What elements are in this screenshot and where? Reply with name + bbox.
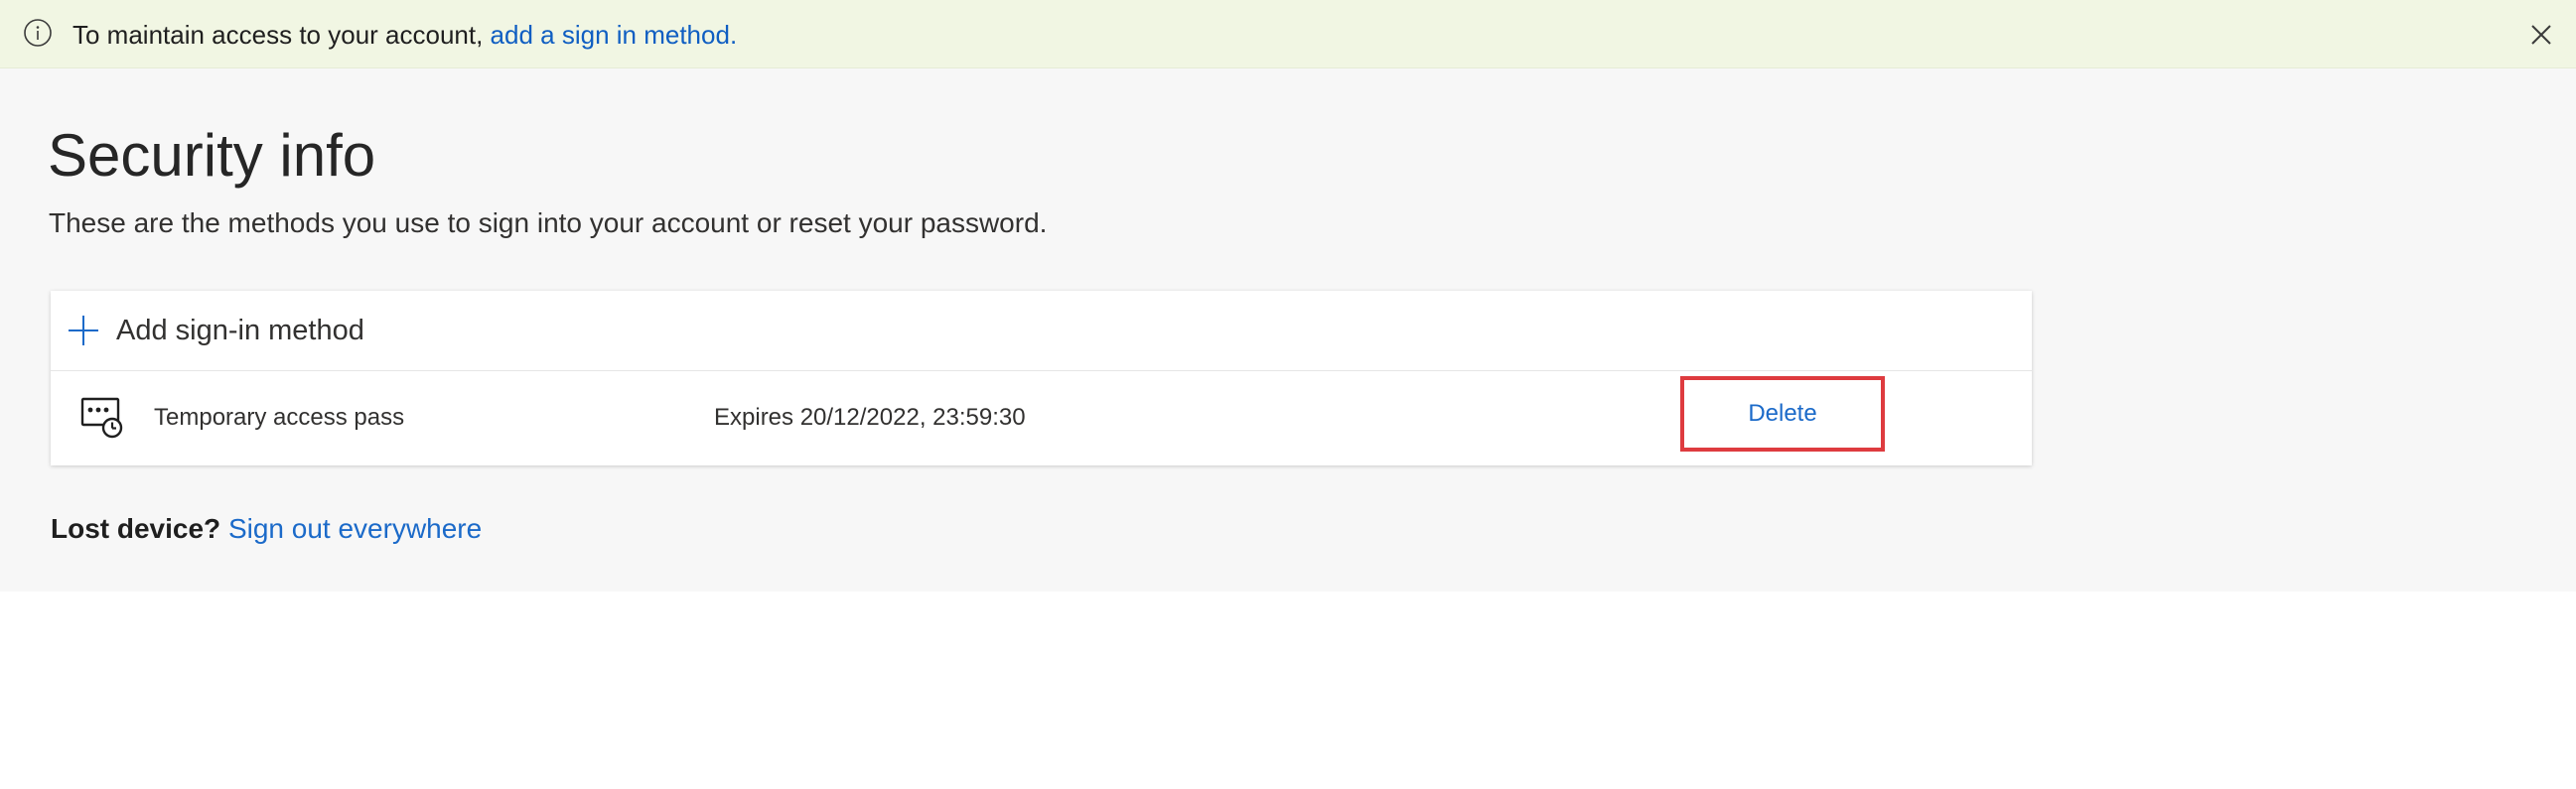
page-title: Security info bbox=[48, 122, 376, 189]
method-expiry: Expires 20/12/2022, 23:59:30 bbox=[714, 404, 1026, 431]
page-description: These are the methods you use to sign in… bbox=[49, 207, 1048, 238]
notification-banner: To maintain access to your account, add … bbox=[0, 0, 2576, 68]
add-sign-in-method-button[interactable]: Add sign-in method bbox=[51, 291, 2032, 371]
lost-device-section: Lost device? Sign out everywhere bbox=[51, 511, 482, 547]
delete-button[interactable]: Delete bbox=[1680, 376, 1885, 452]
sign-in-method-row: Temporary access pass Expires 20/12/2022… bbox=[51, 371, 2032, 465]
temporary-access-pass-icon bbox=[80, 395, 124, 439]
method-name: Temporary access pass bbox=[154, 404, 405, 431]
lost-device-label: Lost device? bbox=[51, 513, 221, 544]
sign-in-methods-card: Add sign-in method Temporary access pass bbox=[51, 291, 2032, 465]
add-sign-in-method-label: Add sign-in method bbox=[116, 315, 364, 346]
banner-message: To maintain access to your account, add … bbox=[72, 18, 737, 52]
banner-message-end: . bbox=[729, 20, 738, 50]
banner-message-text: To maintain access to your account, bbox=[72, 20, 491, 50]
info-icon bbox=[22, 17, 54, 49]
close-icon[interactable] bbox=[2527, 21, 2555, 49]
plus-icon bbox=[68, 315, 99, 346]
add-sign-in-method-link[interactable]: add a sign in method bbox=[491, 20, 730, 50]
sign-out-everywhere-link[interactable]: Sign out everywhere bbox=[228, 513, 482, 544]
security-info-page: To maintain access to your account, add … bbox=[0, 0, 2576, 789]
main-content: Security info These are the methods you … bbox=[0, 68, 2576, 592]
